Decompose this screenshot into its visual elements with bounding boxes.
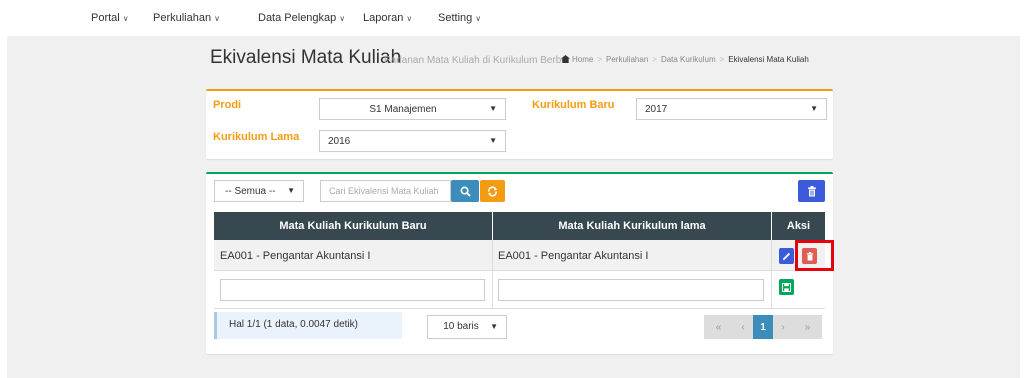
search-icon <box>460 186 471 197</box>
refresh-icon <box>487 185 498 197</box>
chevron-down-icon: ∨ <box>475 14 482 23</box>
column-header-baru: Mata Kuliah Kurikulum Baru <box>214 212 492 240</box>
kurikulum-baru-select-value: 2017 <box>645 104 668 115</box>
chevron-down-icon: ∨ <box>339 14 346 23</box>
kurikulum-lama-select-value: 2016 <box>328 136 351 147</box>
rows-per-page-select[interactable]: 10 baris ▼ <box>427 315 507 339</box>
rows-per-page-value: 10 baris <box>443 321 479 332</box>
top-navbar: Portal ∨ Perkuliahan ∨ Data Pelengkap ∨ Lap… <box>0 0 1027 36</box>
breadcrumb-data-kurikulum[interactable]: Data Kurikulum <box>661 55 716 64</box>
page-first-button[interactable]: « <box>704 315 733 339</box>
breadcrumb-perkuliahan[interactable]: Perkuliahan <box>606 55 648 64</box>
page-prev-button[interactable]: ‹ <box>733 315 753 339</box>
refresh-button[interactable] <box>480 180 505 202</box>
page-subtitle: Padanan Mata Kuliah di Kurikulum Berbeda <box>384 55 566 66</box>
save-icon <box>782 282 791 292</box>
nav-item-perkuliahan[interactable]: Perkuliahan ∨ <box>153 12 220 24</box>
pencil-icon <box>782 252 791 260</box>
home-icon <box>561 55 570 63</box>
column-header-lama: Mata Kuliah Kurikulum lama <box>493 212 771 240</box>
breadcrumb-home[interactable]: Home <box>572 55 593 64</box>
semua-filter-value: -- Semua -- <box>225 186 276 197</box>
chevron-down-icon: ∨ <box>122 14 129 23</box>
page-title: Ekivalensi Mata Kuliah <box>210 47 402 68</box>
nav-item-setting[interactable]: Setting ∨ <box>438 12 481 24</box>
cell-kurikulum-lama: EA001 - Pengantar Akuntansi I <box>498 250 649 262</box>
kurikulum-baru-label: Kurikulum Baru <box>532 99 615 111</box>
page-last-button[interactable]: » <box>793 315 822 339</box>
kurikulum-lama-label: Kurikulum Lama <box>213 131 300 143</box>
breadcrumb: Home > Perkuliahan > Data Kurikulum > Ekivalen… <box>561 55 809 64</box>
nav-item-laporan[interactable]: Laporan ∨ <box>363 12 412 24</box>
breadcrumb-current: Ekivalensi Mata Kuliah <box>728 55 809 64</box>
kurikulum-baru-select[interactable]: 2017 ▼ <box>636 98 827 120</box>
prodi-select[interactable]: S1 Manajemen ▼ <box>319 98 506 120</box>
save-button[interactable] <box>779 279 794 295</box>
kurikulum-lama-select[interactable]: 2016 ▼ <box>319 130 506 152</box>
page-next-button[interactable]: › <box>773 315 793 339</box>
new-kurikulum-baru-input[interactable] <box>220 279 485 301</box>
chevron-down-icon: ▼ <box>490 322 498 331</box>
chevron-down-icon: ▼ <box>810 104 818 113</box>
semua-filter-select[interactable]: -- Semua -- ▼ <box>214 180 304 202</box>
chevron-down-icon: ▼ <box>287 186 295 195</box>
cell-kurikulum-baru: EA001 - Pengantar Akuntansi I <box>220 250 371 262</box>
pagination: « ‹ 1 › » <box>704 315 825 339</box>
column-header-aksi: Aksi <box>772 212 825 240</box>
chevron-down-icon: ▼ <box>489 136 497 145</box>
nav-item-portal[interactable]: Portal ∨ <box>91 12 129 24</box>
edit-button[interactable] <box>779 248 794 264</box>
search-button[interactable] <box>451 180 479 202</box>
prodi-label: Prodi <box>213 99 242 111</box>
chevron-down-icon: ∨ <box>214 14 220 23</box>
delete-button-highlight <box>795 240 834 271</box>
chevron-down-icon: ▼ <box>489 104 497 113</box>
pagination-info: Hal 1/1 (1 data, 0.0047 detik) <box>214 312 402 339</box>
search-input[interactable]: Cari Ekivalensi Mata Kuliah <box>320 180 451 202</box>
page-1-button[interactable]: 1 <box>753 315 773 339</box>
trash-icon <box>807 185 816 196</box>
prodi-select-value: S1 Manajemen <box>369 104 437 115</box>
new-kurikulum-lama-input[interactable] <box>498 279 764 301</box>
nav-item-data-pelengkap[interactable]: Data Pelengkap ∨ <box>258 12 345 24</box>
chevron-down-icon: ∨ <box>406 14 413 23</box>
delete-all-button[interactable] <box>798 180 825 202</box>
